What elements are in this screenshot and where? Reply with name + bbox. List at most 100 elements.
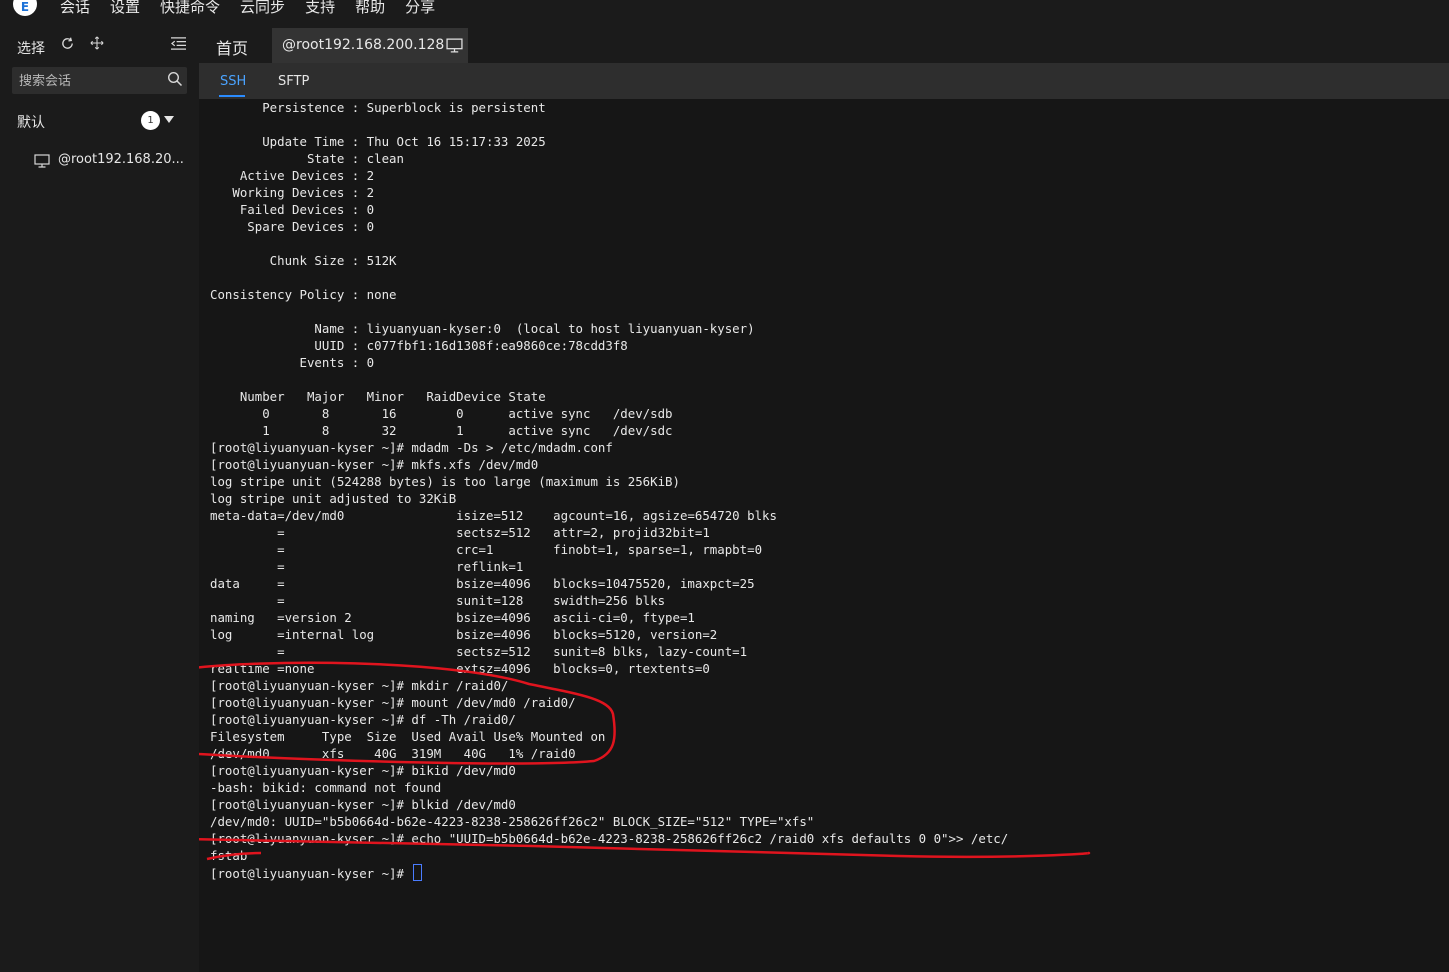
terminal-line-text: Consistency Policy : none [210, 287, 397, 302]
terminal-line-text: Number Major Minor RaidDevice State [210, 389, 546, 404]
terminal-line-text: Spare Devices : 0 [210, 219, 375, 234]
collapse-sidebar-icon[interactable] [170, 36, 187, 55]
terminal-line: log =internal log bsize=4096 blocks=5120… [210, 626, 1008, 643]
terminal-line-text: [root@liyuanyuan-kyser ~]# mkdir /raid0/ [210, 678, 509, 693]
terminal-line-text: naming =version 2 bsize=4096 ascii-ci=0,… [210, 610, 695, 625]
terminal-line-text: [root@liyuanyuan-kyser ~]# df -Th /raid0… [210, 712, 516, 727]
search-icon[interactable] [167, 71, 183, 91]
terminal-line: [root@liyuanyuan-kyser ~]# mkfs.xfs /dev… [210, 456, 1008, 473]
terminal-line-text: log stripe unit adjusted to 32KiB [210, 491, 457, 506]
menu-item-cloud-sync[interactable]: 云同步 [240, 0, 285, 17]
terminal[interactable]: Persistence : Superblock is persistent U… [199, 99, 1449, 972]
terminal-line: realtime =none extsz=4096 blocks=0, rtex… [210, 660, 1008, 677]
terminal-line-text: Name : liyuanyuan-kyser:0 (local to host… [210, 321, 755, 336]
menu-item-help[interactable]: 帮助 [355, 0, 385, 17]
terminal-line-text: meta-data=/dev/md0 isize=512 agcount=16,… [210, 508, 777, 523]
terminal-line-text: realtime =none extsz=4096 blocks=0, rtex… [210, 661, 710, 676]
terminal-line: [root@liyuanyuan-kyser ~]# blkid /dev/md… [210, 796, 1008, 813]
tab-bar: 首页 @root192.168.200.128 [199, 28, 1449, 63]
menu-bar: E 会话 设置 快捷命令 云同步 支持 帮助 分享 [0, 0, 1449, 20]
terminal-line: Name : liyuanyuan-kyser:0 (local to host… [210, 320, 1008, 337]
menu-item-sessions[interactable]: 会话 [60, 0, 90, 17]
terminal-line: Number Major Minor RaidDevice State [210, 388, 1008, 405]
terminal-line-text: Chunk Size : 512K [210, 253, 397, 268]
terminal-line: Filesystem Type Size Used Avail Use% Mou… [210, 728, 1008, 745]
terminal-line-text: log stripe unit (524288 bytes) is too la… [210, 474, 680, 489]
terminal-line: Spare Devices : 0 [210, 218, 1008, 235]
terminal-line-text: UUID : c077fbf1:16d1308f:ea9860ce:78cdd3… [210, 338, 628, 353]
terminal-line-text: State : clean [210, 151, 404, 166]
terminal-line: [root@liyuanyuan-kyser ~]# mdadm -Ds > /… [210, 439, 1008, 456]
terminal-line-text: /dev/md0: UUID="b5b0664d-b62e-4223-8238-… [210, 814, 815, 829]
terminal-line: naming =version 2 bsize=4096 ascii-ci=0,… [210, 609, 1008, 626]
menu-item-settings[interactable]: 设置 [110, 0, 140, 17]
tab-session-active[interactable]: @root192.168.200.128 [272, 28, 468, 63]
chevron-down-icon[interactable] [164, 116, 174, 123]
terminal-line: UUID : c077fbf1:16d1308f:ea9860ce:78cdd3… [210, 337, 1008, 354]
protocol-tabs: SSH SFTP [199, 63, 1449, 99]
terminal-line: [root@liyuanyuan-kyser ~]# echo "UUID=b5… [210, 830, 1008, 847]
terminal-line: Events : 0 [210, 354, 1008, 371]
terminal-line-text: Update Time : Thu Oct 16 15:17:33 2025 [210, 134, 546, 149]
terminal-line: Active Devices : 2 [210, 167, 1008, 184]
sidebar-toolbar: 选择 [0, 32, 199, 60]
terminal-line: fstab [210, 847, 1008, 864]
menu-item-support[interactable]: 支持 [305, 0, 335, 17]
terminal-line: Persistence : Superblock is persistent [210, 99, 1008, 116]
refresh-icon[interactable] [60, 36, 75, 55]
menu-item-quick-commands[interactable]: 快捷命令 [160, 0, 220, 17]
terminal-line-text: data = bsize=4096 blocks=10475520, imaxp… [210, 576, 755, 591]
session-item[interactable]: @root192.168.20... [34, 151, 194, 171]
terminal-line: = reflink=1 [210, 558, 1008, 575]
terminal-line: = crc=1 finobt=1, sparse=1, rmapbt=0 [210, 541, 1008, 558]
terminal-line: data = bsize=4096 blocks=10475520, imaxp… [210, 575, 1008, 592]
terminal-line-text: Filesystem Type Size Used Avail Use% Mou… [210, 729, 606, 744]
terminal-line-text: [root@liyuanyuan-kyser ~]# [210, 866, 412, 881]
active-tab-indicator [219, 95, 245, 97]
terminal-line: Failed Devices : 0 [210, 201, 1008, 218]
terminal-line-text: log =internal log bsize=4096 blocks=5120… [210, 627, 718, 642]
terminal-line-text: = reflink=1 [210, 559, 524, 574]
terminal-line-text: Active Devices : 2 [210, 168, 375, 183]
terminal-line: Update Time : Thu Oct 16 15:17:33 2025 [210, 133, 1008, 150]
session-group-label: 默认 [17, 115, 45, 131]
terminal-line-text: Events : 0 [210, 355, 375, 370]
terminal-line-text: = sectsz=512 attr=2, projid32bit=1 [210, 525, 710, 540]
session-item-label: @root192.168.20... [58, 152, 184, 167]
terminal-line-text: 1 8 32 1 active sync /dev/sdc [210, 423, 673, 438]
terminal-line: [root@liyuanyuan-kyser ~]# bikid /dev/md… [210, 762, 1008, 779]
menu-item-share[interactable]: 分享 [405, 0, 435, 17]
terminal-line: State : clean [210, 150, 1008, 167]
terminal-line-text: fstab [210, 848, 248, 863]
terminal-line: meta-data=/dev/md0 isize=512 agcount=16,… [210, 507, 1008, 524]
search-input[interactable] [17, 72, 161, 90]
terminal-line: -bash: bikid: command not found [210, 779, 1008, 796]
app-logo-text: E [20, 0, 30, 14]
tab-ssh[interactable]: SSH [220, 74, 246, 89]
terminal-line: /dev/md0: UUID="b5b0664d-b62e-4223-8238-… [210, 813, 1008, 830]
terminal-line: Working Devices : 2 [210, 184, 1008, 201]
session-group-default[interactable]: 默认 1 [17, 110, 187, 132]
terminal-line-text: = crc=1 finobt=1, sparse=1, rmapbt=0 [210, 542, 763, 557]
session-count-badge: 1 [141, 111, 160, 130]
terminal-line: [root@liyuanyuan-kyser ~]# mkdir /raid0/ [210, 677, 1008, 694]
terminal-line-text: [root@liyuanyuan-kyser ~]# mkfs.xfs /dev… [210, 457, 539, 472]
tab-sftp[interactable]: SFTP [278, 74, 309, 89]
terminal-line: Chunk Size : 512K [210, 252, 1008, 269]
terminal-line: log stripe unit adjusted to 32KiB [210, 490, 1008, 507]
terminal-line: [root@liyuanyuan-kyser ~]# mount /dev/md… [210, 694, 1008, 711]
terminal-line: 1 8 32 1 active sync /dev/sdc [210, 422, 1008, 439]
terminal-line: Consistency Policy : none [210, 286, 1008, 303]
tab-home[interactable]: 首页 [216, 35, 248, 59]
terminal-line-text: = sunit=128 swidth=256 blks [210, 593, 666, 608]
terminal-cursor [413, 864, 423, 881]
monitor-icon [34, 153, 50, 172]
terminal-line-text: = sectsz=512 sunit=8 blks, lazy-count=1 [210, 644, 748, 659]
select-button[interactable]: 选择 [17, 38, 45, 58]
terminal-line-text: /dev/md0 xfs 40G 319M 40G 1% /raid0 [210, 746, 576, 761]
move-icon[interactable] [90, 36, 104, 54]
terminal-line-text: [root@liyuanyuan-kyser ~]# echo "UUID=b5… [210, 831, 1009, 846]
